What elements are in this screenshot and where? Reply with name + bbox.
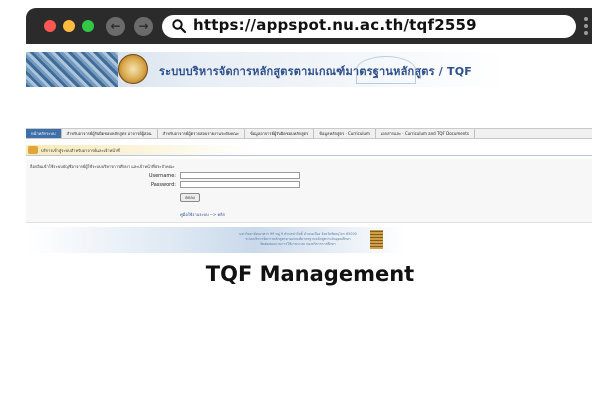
browser-chrome: ← → https://appspot.nu.ac.th/tqf2559 [0,0,592,46]
arrow-right-icon: → [138,19,149,33]
site-banner: ระบบบริหารจัดการหลักสูตรตามเกณฑ์มาตรฐานห… [26,52,592,87]
login-intro: ล็อกอินเข้าใช้ระบบบัญชีอาจารย์ผู้ใช้ระบบ… [30,164,175,169]
password-field[interactable] [180,181,300,188]
web-page: ระบบบริหารจัดการหลักสูตรตามเกณฑ์มาตรฐานห… [26,46,592,253]
kebab-menu-icon[interactable] [584,17,588,37]
menu-item-home[interactable]: หน้าหลักระบบ [26,129,62,138]
back-button[interactable]: ← [106,17,125,36]
username-label: Username: [148,173,176,179]
login-button[interactable]: ตกลง [180,193,200,202]
menu-item-program-staff[interactable]: ข้อมูลอาจารย์ผู้รับผิดชอบหลักสูตร [245,129,315,138]
university-seal-logo [118,54,148,84]
main-menu: หน้าหลักระบบ สำหรับอาจารย์ผู้รับผิดชอบหล… [26,128,592,139]
footer-text: มหาวิทยาลัยนเรศวร 99 หมู่ 9 ตำบลท่าโพธิ์… [238,232,358,247]
banner-graphic [26,52,118,87]
menu-item-faculty-reviewers[interactable]: สำหรับอาจารย์ผู้ตรวจสอบรายงานระดับคณะ [158,129,245,138]
minimize-window-button[interactable] [63,20,75,32]
maximize-window-button[interactable] [82,20,94,32]
manual-link[interactable]: คู่มือใช้งานระบบ --> คลิก [180,211,225,218]
username-field[interactable] [180,172,300,179]
password-label: Password: [150,182,176,188]
login-panel: ล็อกอินเข้าใช้ระบบบัญชีอาจารย์ผู้ใช้ระบบ… [26,159,592,223]
arrow-left-icon: ← [110,19,121,33]
site-footer: มหาวิทยาลัยนเรศวร 99 หมู่ 9 ตำบลท่าโพธิ์… [26,227,406,253]
caption-title: TQF Management [205,262,415,286]
menu-item-documents[interactable]: เอกสารและ · Curriculum and TQF Documents [376,129,475,138]
menu-item-curriculum[interactable]: ข้อมูลหลักสูตร · Curriculum [314,129,376,138]
banner-decoration [356,56,416,84]
forward-button[interactable]: → [134,17,153,36]
close-window-button[interactable] [44,20,56,32]
menu-item-instructors[interactable]: สำหรับอาจารย์ผู้รับผิดชอบหลักสูตร อาจารย… [62,129,158,138]
page-heading: บริการเข้าสู่ระบบสำหรับอาจารย์และเจ้าหน้… [41,148,120,153]
url-text[interactable]: https://appspot.nu.ac.th/tqf2559 [193,16,477,34]
footer-logo [370,230,383,249]
key-icon [28,146,38,154]
banner-title: ระบบบริหารจัดการหลักสูตรตามเกณฑ์มาตรฐานห… [159,65,472,78]
footer-line-3: ติดต่อสอบถามการใช้งานระบบ กองบริการการศึ… [260,242,336,246]
page-heading-bar: บริการเข้าสู่ระบบสำหรับอาจารย์และเจ้าหน้… [26,145,592,156]
search-icon [172,19,187,34]
